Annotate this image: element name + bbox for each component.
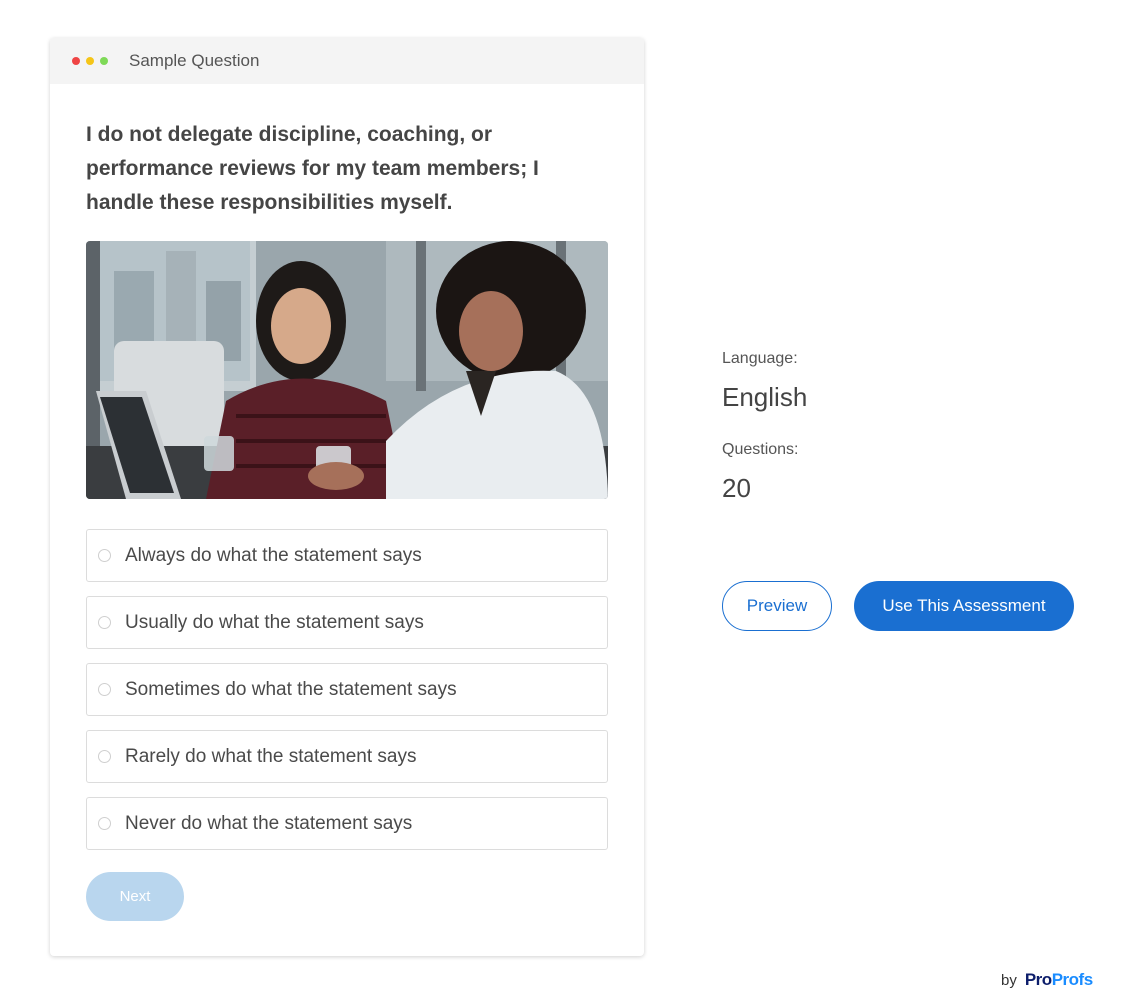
brand-profs: Profs <box>1051 970 1093 989</box>
answer-options: Always do what the statement says Usuall… <box>86 529 608 864</box>
proprofs-logo[interactable]: by Pro Profs <box>1001 970 1093 990</box>
option-sometimes[interactable]: Sometimes do what the statement says <box>86 663 608 716</box>
questions-value: 20 <box>722 473 751 503</box>
next-button[interactable]: Next <box>86 872 184 921</box>
radio-icon[interactable] <box>98 750 111 763</box>
red-dot-icon <box>72 57 80 65</box>
radio-icon[interactable] <box>98 683 111 696</box>
option-rarely[interactable]: Rarely do what the statement says <box>86 730 608 783</box>
radio-icon[interactable] <box>98 549 111 562</box>
language-label: Language: <box>722 350 798 367</box>
card-title: Sample Question <box>129 51 260 70</box>
radio-icon[interactable] <box>98 616 111 629</box>
option-label: Always do what the statement says <box>125 544 422 566</box>
option-label: Rarely do what the statement says <box>125 745 417 767</box>
option-never[interactable]: Never do what the statement says <box>86 797 608 850</box>
card-header: Sample Question <box>50 38 644 84</box>
brand-pro: Pro <box>1024 970 1052 989</box>
option-label: Usually do what the statement says <box>125 611 424 633</box>
question-text: I do not delegate discipline, coaching, … <box>86 123 539 214</box>
window-dots <box>72 57 108 65</box>
brand-by: by <box>1001 972 1017 989</box>
yellow-dot-icon <box>86 57 94 65</box>
use-assessment-button[interactable]: Use This Assessment <box>854 581 1074 631</box>
preview-button[interactable]: Preview <box>722 581 832 631</box>
green-dot-icon <box>100 57 108 65</box>
option-always[interactable]: Always do what the statement says <box>86 529 608 582</box>
radio-icon[interactable] <box>98 817 111 830</box>
sample-question-card: Sample Question I do not delegate discip… <box>50 38 644 956</box>
language-value: English <box>722 382 808 412</box>
assessment-meta: Language: English Questions: 20 <box>722 350 807 504</box>
questions-label: Questions: <box>722 441 799 458</box>
questions-block: Questions: 20 <box>722 441 807 504</box>
option-label: Sometimes do what the statement says <box>125 678 457 700</box>
question-image <box>86 241 608 499</box>
option-usually[interactable]: Usually do what the statement says <box>86 596 608 649</box>
option-label: Never do what the statement says <box>125 812 413 834</box>
